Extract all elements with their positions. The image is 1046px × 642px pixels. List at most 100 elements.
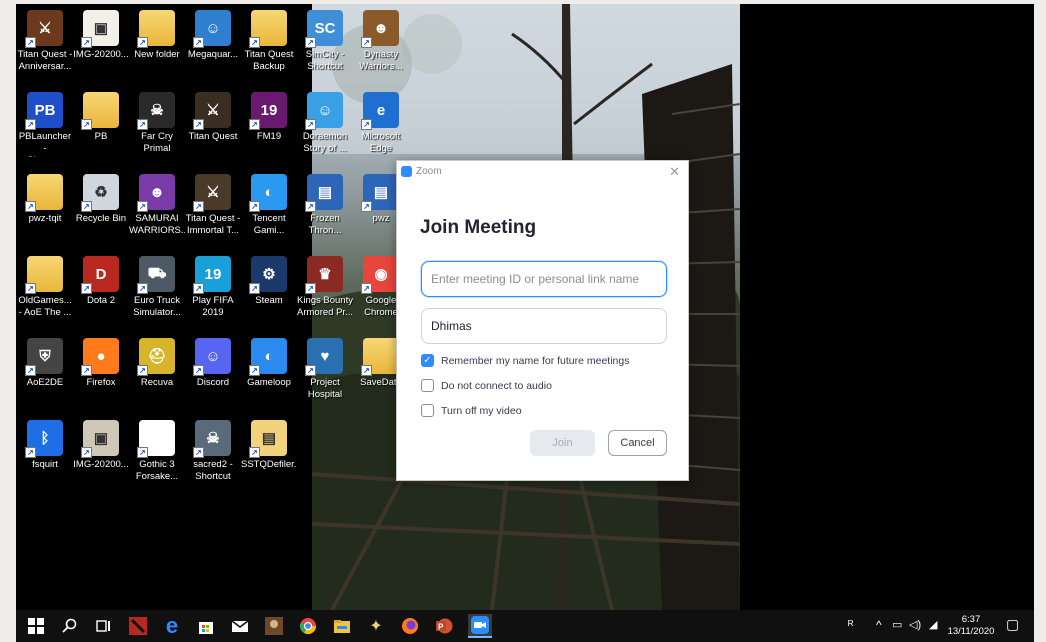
desktop-icon[interactable]: ⚙ ↗ Steam (241, 252, 297, 334)
desktop-icon[interactable]: ⚔ ↗ Titan Quest - Anniversar... (17, 6, 73, 88)
desktop-icon[interactable]: ◐ ↗ Gameloop (241, 334, 297, 416)
desktop-icon-label: AoE2DE (26, 377, 64, 388)
meeting-id-input[interactable] (421, 261, 667, 297)
desktop-icon[interactable]: ⛟ ↗ Euro Truck Simulator... (129, 252, 185, 334)
shortcut-arrow-icon: ↗ (249, 365, 260, 376)
image-file-icon: ▣ ↗ (81, 420, 119, 458)
desktop-icon[interactable]: ▣ ↗ IMG-20200... (73, 416, 129, 498)
network-icon[interactable]: ▭ (892, 618, 902, 631)
windows-start-icon[interactable] (26, 616, 46, 636)
desktop-icon-label: Firefox (86, 377, 116, 388)
store-icon[interactable] (196, 616, 216, 636)
notification-icon[interactable]: ▢ (1006, 616, 1019, 633)
people-icon[interactable]: ᴿ (848, 618, 853, 632)
desktop-icon-label: SimCity - Shortcut (305, 49, 345, 72)
document-icon: ▤ ↗ (361, 174, 399, 212)
desktop-icon[interactable]: ☺ ↗ Megaquar... (185, 6, 241, 88)
desktop-icon[interactable]: ↗ PB (73, 88, 129, 170)
desktop-icon[interactable]: ☠ ↗ sacred2 - Shortcut (185, 416, 241, 498)
chevron-up-icon[interactable]: ^ (876, 618, 882, 632)
chrome-taskbar-icon[interactable] (298, 616, 318, 636)
shortcut-arrow-icon: ↗ (193, 119, 204, 130)
recuva-icon: ⛑ ↗ (137, 338, 175, 376)
image-file-icon: ▣ ↗ (81, 10, 119, 48)
zoom-taskbar-icon[interactable] (468, 614, 492, 638)
discord-icon: ☺ ↗ (193, 338, 231, 376)
desktop-icon[interactable]: ♻ ↗ Recycle Bin (73, 170, 129, 252)
folder-icon: ↗ (361, 338, 399, 376)
firefox-taskbar-icon[interactable] (400, 616, 420, 636)
mail-icon[interactable] (230, 616, 250, 636)
shortcut-arrow-icon: ↗ (305, 365, 316, 376)
checkbox-icon[interactable] (421, 404, 434, 417)
task-view-icon[interactable] (94, 616, 114, 636)
zoom-join-dialog: Zoom ✕ Join Meeting ✓ Remember my name fo… (396, 160, 689, 481)
simcity-icon: SC ↗ (305, 10, 343, 48)
option-checkbox-row[interactable]: Turn off my video (421, 404, 522, 417)
join-button[interactable]: Join (530, 430, 595, 456)
clock-date: 13/11/2020 (947, 626, 995, 637)
desktop-icon[interactable]: ☻ ↗ SAMURAI WARRIORS... (129, 170, 185, 252)
titan-quest-anniversary-icon: ⚔ ↗ (25, 10, 63, 48)
clock[interactable]: 6:37 13/11/2020 (946, 614, 996, 638)
game-taskbar-icon[interactable] (264, 616, 284, 636)
desktop-icon[interactable]: PB↗PBLauncher - Shortcut (17, 88, 73, 170)
volume-icon[interactable]: ◁) (909, 618, 921, 631)
dota2-taskbar-icon[interactable] (128, 616, 148, 636)
option-checkbox-row[interactable]: Do not connect to audio (421, 379, 552, 392)
desktop-icon[interactable]: ♛ ↗ Kings Bounty Armored Pr... (297, 252, 353, 334)
desktop-icon-label: SAMURAI WARRIORS... (129, 213, 185, 236)
desktop-icon[interactable]: ● ↗ Firefox (73, 334, 129, 416)
name-input[interactable] (421, 308, 667, 344)
desktop-icon[interactable]: SC ↗ SimCity - Shortcut (297, 6, 353, 88)
folder-icon: ↗ (137, 10, 175, 48)
desktop-icon[interactable]: ⚔ ↗ Titan Quest (185, 88, 241, 170)
desktop-icon[interactable]: ↗ OldGames... - AoE The ... (17, 252, 73, 334)
blank-file-icon: ↗ (137, 420, 175, 458)
edge-taskbar-icon[interactable]: e (162, 613, 182, 638)
desktop-icon[interactable]: ▤ ↗ Frozen Thron... (297, 170, 353, 252)
desktop-icon[interactable]: e ↗ Microsoft Edge (353, 88, 409, 170)
clock-time: 6:37 (961, 614, 981, 625)
checkbox-icon[interactable] (421, 379, 434, 392)
cancel-button[interactable]: Cancel (608, 430, 667, 456)
shortcut-arrow-icon: ↗ (361, 365, 372, 376)
desktop-icon-label: Kings Bounty Armored Pr... (297, 295, 353, 318)
desktop-icon[interactable]: 19 ↗ FM19 (241, 88, 297, 170)
desktop-icon-label: Tencent Gami... (252, 213, 286, 236)
project-hospital-icon: ♥ ↗ (305, 338, 343, 376)
desktop-icon[interactable]: ⛨ ↗ AoE2DE (17, 334, 73, 416)
desktop-icon[interactable]: ▣ ↗ IMG-20200... (73, 6, 129, 88)
dialog-heading: Join Meeting (420, 217, 537, 238)
desktop-icon[interactable]: ⚔ ↗ Titan Quest - Immortal T... (185, 170, 241, 252)
close-icon[interactable]: ✕ (669, 164, 680, 180)
desktop-icon[interactable]: ↗ Gothic 3 Forsake... (129, 416, 185, 498)
powerpoint-icon[interactable]: P (434, 616, 454, 636)
option-checkbox-row[interactable]: ✓ Remember my name for future meetings (421, 354, 630, 367)
desktop-icon[interactable]: ↗ New folder (129, 6, 185, 88)
desktop-icon[interactable]: ☺ ↗ Discord (185, 334, 241, 416)
desktop-icon[interactable]: ᛒ ↗ fsquirt (17, 416, 73, 498)
desktop-icon[interactable]: 19 ↗ Play FIFA 2019 (185, 252, 241, 334)
app-taskbar-icon[interactable]: ✦ (366, 616, 386, 636)
shortcut-arrow-icon: ↗ (81, 119, 92, 130)
desktop-icon[interactable]: ◐ ↗ Tencent Gami... (241, 170, 297, 252)
taskbar: e ✦ P ᴿ ^ ▭ ◁) ◢ 6:37 13/11/2020 ▢ (16, 610, 1034, 642)
desktop-icon-label: Far Cry Primal (141, 131, 173, 154)
wifi-icon[interactable]: ◢ (929, 618, 937, 631)
file-explorer-icon[interactable] (332, 616, 352, 636)
desktop-icon[interactable]: ♥ ↗ Project Hospital (297, 334, 353, 416)
desktop-icon-label: PBLauncher - Shortcut (18, 131, 72, 157)
desktop-icon[interactable]: ☻ ↗ Dynasty Warriors... (353, 6, 409, 88)
desktop-icon[interactable]: ▤ ↗ SSTQDefiler... (241, 416, 297, 498)
desktop-icon[interactable]: ☺ ↗ Doraemon Story of ... (297, 88, 353, 170)
desktop-icon-label: Doraemon Story of ... (302, 131, 348, 154)
desktop-icon[interactable]: ↗ Titan Quest Backup (241, 6, 297, 88)
search-icon[interactable] (60, 616, 80, 636)
shortcut-arrow-icon: ↗ (137, 37, 148, 48)
desktop-icon[interactable]: ⛑ ↗ Recuva (129, 334, 185, 416)
desktop-icon[interactable]: ☠ ↗ Far Cry Primal (129, 88, 185, 170)
desktop-icon[interactable]: D ↗ Dota 2 (73, 252, 129, 334)
desktop-icon[interactable]: ↗ pwz-tqit (17, 170, 73, 252)
checkbox-checked-icon[interactable]: ✓ (421, 354, 434, 367)
